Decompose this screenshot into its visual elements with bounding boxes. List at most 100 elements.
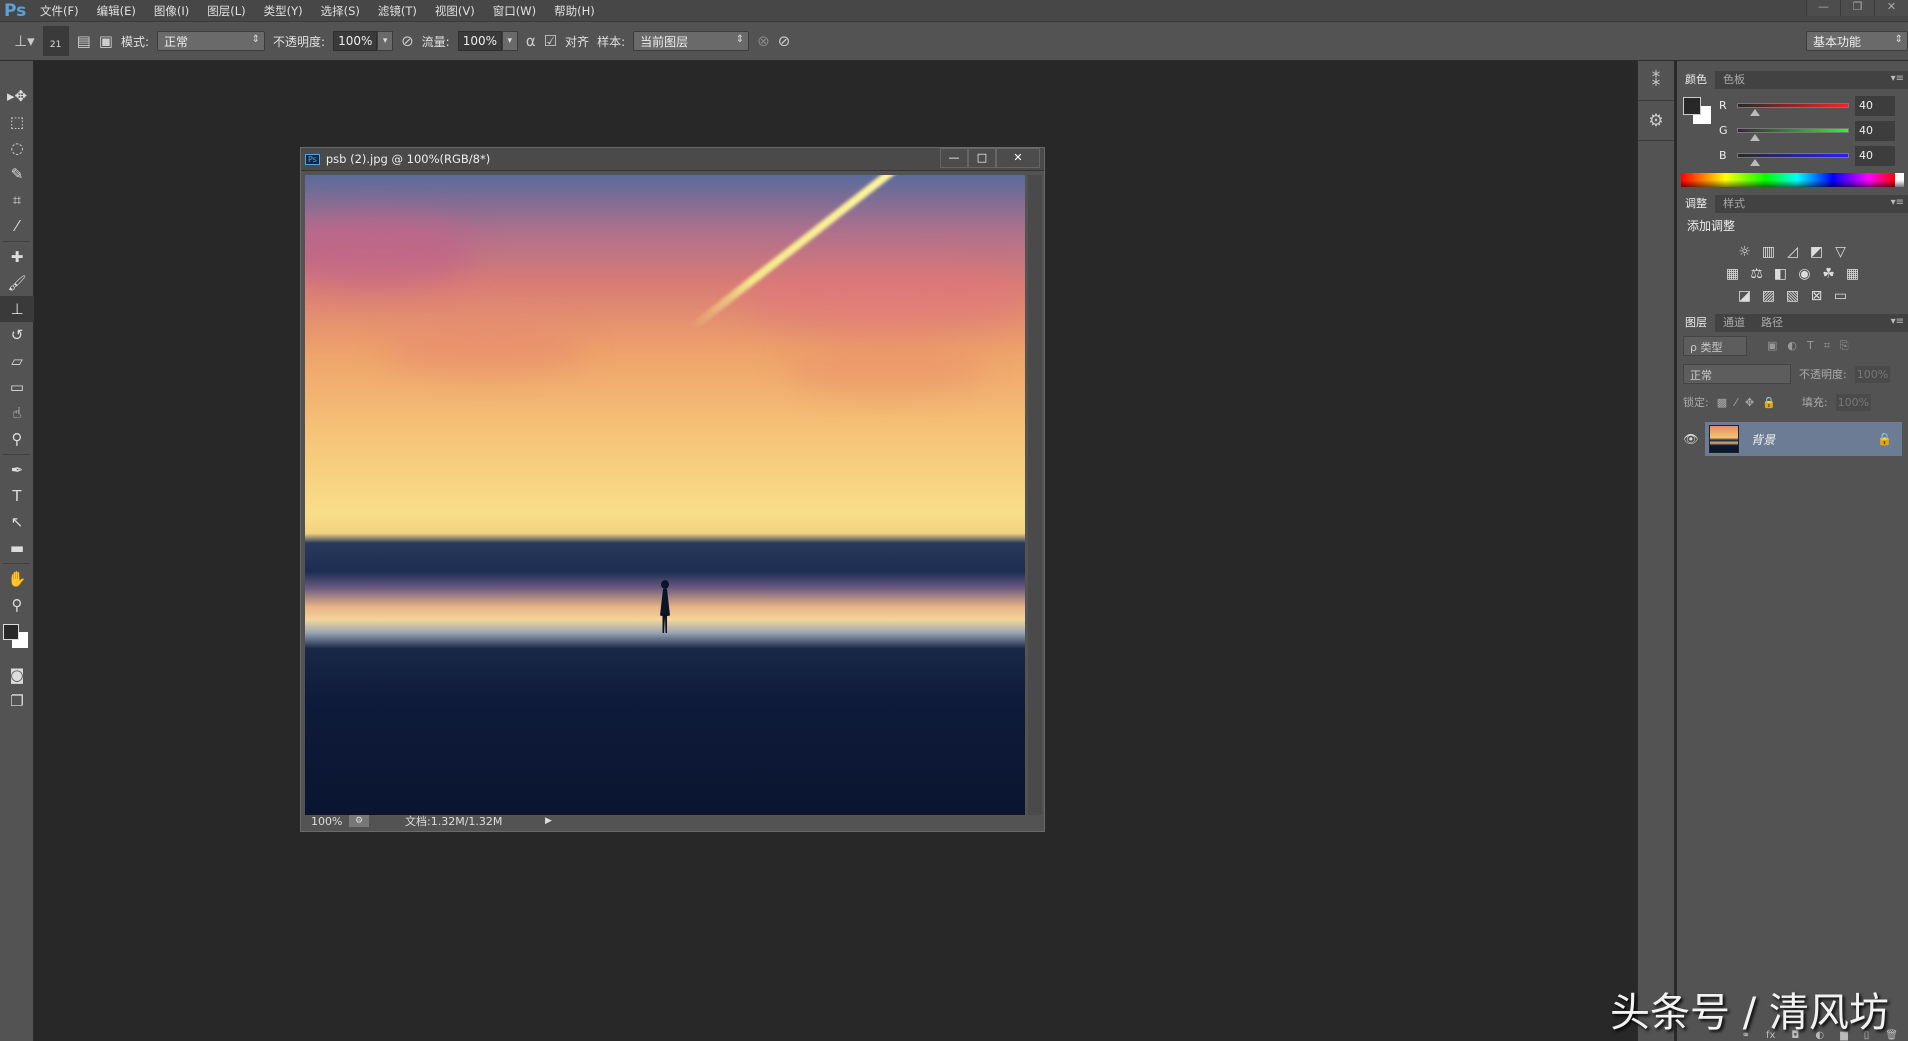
sample-select[interactable]: 当前图层: [633, 31, 750, 51]
app-restore-button[interactable]: ❐: [1840, 0, 1874, 16]
menu-layer[interactable]: 图层(L): [207, 3, 245, 19]
mode-select[interactable]: 正常: [157, 31, 266, 51]
toggle-brush-panel-icon[interactable]: ▤: [77, 32, 91, 50]
lock-icons[interactable]: ▩⁄✥🔒: [1717, 396, 1784, 409]
tab-adjustments[interactable]: 调整: [1677, 193, 1715, 213]
tab-layers[interactable]: 图层: [1677, 312, 1715, 332]
vibrance-icon[interactable]: ▽: [1833, 244, 1849, 260]
b-slider[interactable]: [1737, 153, 1849, 166]
zoom-icon[interactable]: ⚲: [0, 592, 34, 618]
menu-type[interactable]: 类型(Y): [264, 3, 303, 19]
layer-filter-select[interactable]: ρ 类型: [1683, 336, 1747, 356]
rectangle-icon[interactable]: ▬: [0, 535, 34, 561]
status-menu-arrow-icon[interactable]: ▶: [545, 816, 552, 826]
blur-icon[interactable]: ☝: [0, 400, 34, 426]
hue-saturation-icon[interactable]: ▦: [1725, 266, 1741, 282]
menu-select[interactable]: 选择(S): [321, 3, 360, 19]
tab-color[interactable]: 颜色: [1677, 69, 1715, 89]
panel-menu-icon[interactable]: ▾≡: [1891, 73, 1904, 84]
menu-file[interactable]: 文件(F): [40, 3, 79, 19]
color-balance-icon[interactable]: ⚖: [1749, 266, 1765, 282]
clone-stamp-preset-icon[interactable]: ⊥▾: [14, 32, 35, 50]
eye-icon[interactable]: 👁: [1677, 432, 1705, 446]
doc-close-button[interactable]: ✕: [996, 148, 1040, 168]
b-value[interactable]: 40: [1855, 145, 1895, 166]
threshold-icon[interactable]: ▧: [1785, 288, 1801, 304]
menu-edit[interactable]: 编辑(E): [97, 3, 136, 19]
app-minimize-button[interactable]: —: [1806, 0, 1840, 16]
r-value[interactable]: 40: [1855, 95, 1895, 116]
status-settings-icon[interactable]: ⚙: [349, 815, 369, 827]
vertical-scrollbar[interactable]: [1028, 175, 1042, 815]
fill-input[interactable]: 100%: [1835, 393, 1872, 411]
opacity-dropdown-icon[interactable]: ▾: [377, 31, 394, 51]
hand-icon[interactable]: ✋: [0, 566, 34, 592]
r-slider[interactable]: [1737, 103, 1849, 116]
menu-filter[interactable]: 滤镜(T): [378, 3, 417, 19]
aligned-checkbox[interactable]: ☑: [544, 32, 557, 50]
history-brush-icon[interactable]: ↺: [0, 322, 34, 348]
color-lookup-icon[interactable]: ▦: [1845, 266, 1861, 282]
image-canvas[interactable]: [305, 175, 1025, 815]
levels-icon[interactable]: ▥: [1761, 244, 1777, 260]
selective-color-icon[interactable]: ⊠: [1809, 288, 1825, 304]
invert-icon[interactable]: ◪: [1737, 288, 1753, 304]
layer-row[interactable]: 👁 背景 🔒: [1677, 422, 1908, 456]
clone-stamp-icon[interactable]: ⊥: [0, 296, 34, 322]
tab-channels[interactable]: 通道: [1715, 312, 1753, 332]
photo-filter-icon[interactable]: ◉: [1797, 266, 1813, 282]
g-value[interactable]: 40: [1855, 120, 1895, 141]
opacity-input[interactable]: 100%: [333, 31, 378, 51]
flow-dropdown-icon[interactable]: ▾: [501, 31, 518, 51]
toolbar-grip[interactable]: [0, 61, 33, 83]
menu-help[interactable]: 帮助(H): [554, 3, 595, 19]
g-slider[interactable]: [1737, 128, 1849, 141]
clone-source-panel-icon[interactable]: ▣: [99, 32, 113, 50]
pressure-size-icon[interactable]: ⊘: [778, 32, 791, 50]
doc-minimize-button[interactable]: —: [940, 148, 968, 168]
eraser-icon[interactable]: ▱: [0, 348, 34, 374]
tab-swatches[interactable]: 色板: [1715, 69, 1753, 89]
path-select-icon[interactable]: ↖: [0, 509, 34, 535]
tab-styles[interactable]: 样式: [1715, 193, 1753, 213]
panel-menu-icon[interactable]: ▾≡: [1891, 316, 1904, 327]
blend-mode-select[interactable]: 正常: [1683, 364, 1791, 384]
foreground-color[interactable]: [3, 624, 19, 640]
panel-menu-icon[interactable]: ▾≡: [1891, 197, 1904, 208]
pen-icon[interactable]: ✒: [0, 457, 34, 483]
exposure-icon[interactable]: ◩: [1809, 244, 1825, 260]
move-icon[interactable]: ▸✥: [0, 83, 34, 109]
brush-icon[interactable]: 🖌: [0, 270, 34, 296]
channel-mixer-icon[interactable]: ☘: [1821, 266, 1837, 282]
quick-mask-icon[interactable]: ◙: [0, 662, 34, 688]
eyedropper-icon[interactable]: ⁄: [0, 213, 34, 239]
curves-icon[interactable]: ◿: [1785, 244, 1801, 260]
healing-brush-icon[interactable]: ✚: [0, 244, 34, 270]
dodge-icon[interactable]: ⚲: [0, 426, 34, 452]
doc-maximize-button[interactable]: □: [968, 148, 996, 168]
foreground-swatch[interactable]: [1683, 97, 1701, 115]
pressure-opacity-icon[interactable]: ⊘: [401, 32, 414, 50]
workspace-select[interactable]: 基本功能: [1806, 31, 1908, 51]
properties-panel-icon[interactable]: ⚙: [1638, 101, 1674, 141]
zoom-level[interactable]: 100%: [305, 815, 349, 828]
airbrush-icon[interactable]: ⍺: [526, 32, 536, 50]
quick-select-icon[interactable]: ✎: [0, 161, 34, 187]
menu-view[interactable]: 视图(V): [435, 3, 475, 19]
tab-paths[interactable]: 路径: [1753, 312, 1791, 332]
black-white-icon[interactable]: ◧: [1773, 266, 1789, 282]
color-swatches[interactable]: [0, 618, 33, 662]
flow-input[interactable]: 100%: [457, 31, 502, 51]
menu-window[interactable]: 窗口(W): [493, 3, 536, 19]
gradient-map-icon[interactable]: ▭: [1833, 288, 1849, 304]
menu-image[interactable]: 图像(I): [154, 3, 189, 19]
brightness-icon[interactable]: ☼: [1737, 244, 1753, 260]
lasso-icon[interactable]: ◌: [0, 135, 34, 161]
posterize-icon[interactable]: ▨: [1761, 288, 1777, 304]
brush-size-picker[interactable]: 21: [42, 26, 69, 56]
crop-icon[interactable]: ⌗: [0, 187, 34, 213]
history-panel-icon[interactable]: ⁑: [1638, 61, 1674, 101]
layer-opacity-input[interactable]: 100%: [1854, 365, 1891, 383]
type-icon[interactable]: T: [0, 483, 34, 509]
gradient-icon[interactable]: ▭: [0, 374, 34, 400]
